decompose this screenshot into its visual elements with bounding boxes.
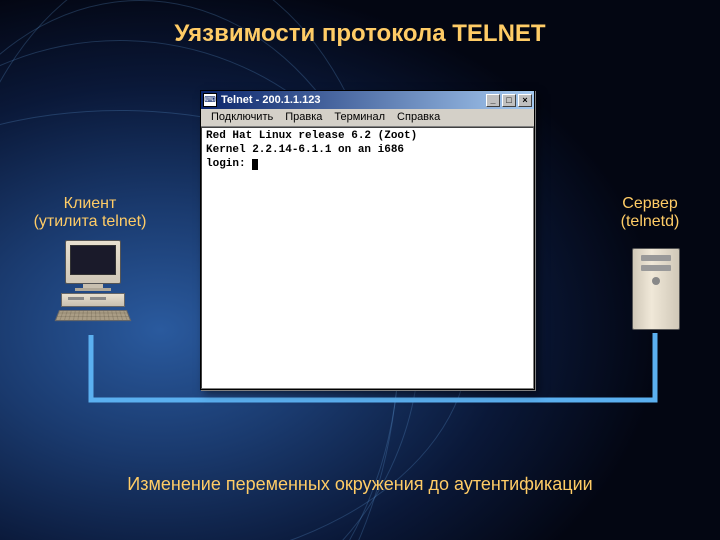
slide-caption: Изменение переменных окружения до аутент… bbox=[0, 474, 720, 495]
telnet-app-icon: ⌨ bbox=[203, 93, 217, 107]
slide-title: Уязвимости протокола TELNET bbox=[0, 20, 720, 48]
maximize-button[interactable]: □ bbox=[502, 94, 516, 107]
close-button[interactable]: × bbox=[518, 94, 532, 107]
menu-edit[interactable]: Правка bbox=[279, 109, 328, 126]
minimize-button[interactable]: _ bbox=[486, 94, 500, 107]
server-label: Сервер (telnetd) bbox=[600, 195, 700, 231]
menubar: Подключить Правка Терминал Справка bbox=[201, 109, 534, 127]
window-titlebar[interactable]: ⌨ Telnet - 200.1.1.123 _ □ × bbox=[201, 91, 534, 109]
text-cursor bbox=[252, 159, 258, 170]
terminal-output[interactable]: Red Hat Linux release 6.2 (Zoot) Kernel … bbox=[201, 127, 534, 389]
client-computer-icon bbox=[55, 240, 130, 322]
client-label: Клиент (утилита telnet) bbox=[20, 195, 160, 231]
server-tower-icon bbox=[632, 248, 680, 330]
telnet-window: ⌨ Telnet - 200.1.1.123 _ □ × Подключить … bbox=[200, 90, 535, 390]
menu-help[interactable]: Справка bbox=[391, 109, 446, 126]
menu-terminal[interactable]: Терминал bbox=[328, 109, 391, 126]
window-title: Telnet - 200.1.1.123 bbox=[221, 94, 486, 106]
menu-connect[interactable]: Подключить bbox=[205, 109, 279, 126]
